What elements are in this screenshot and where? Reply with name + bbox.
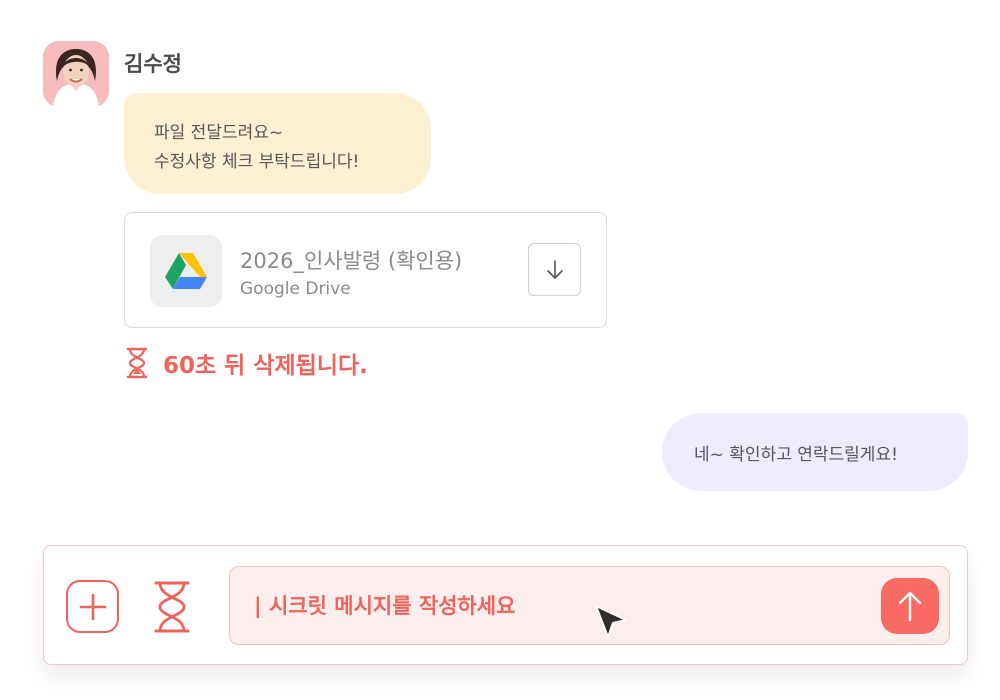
download-arrow-icon [546, 259, 563, 279]
outgoing-message-text: 네~ 확인하고 연락드릴게요! [694, 444, 898, 465]
message-input[interactable]: | 시크릿 메시지를 작성하세요 [229, 566, 950, 645]
file-source: Google Drive [240, 279, 351, 299]
google-drive-icon [150, 235, 222, 307]
hourglass-icon [126, 347, 148, 379]
message-composer: | 시크릿 메시지를 작성하세요 [43, 545, 968, 665]
mouse-cursor-icon [595, 605, 627, 638]
file-attachment-card[interactable]: 2026_인사발령 (확인용) Google Drive [124, 212, 607, 328]
incoming-message-line: 파일 전달드려요~ [154, 123, 284, 143]
plus-icon [79, 593, 106, 620]
expire-notice: 60초 뒤 삭제됩니다. [125, 346, 368, 380]
add-attachment-button[interactable] [66, 580, 119, 633]
outgoing-message-bubble: 네~ 확인하고 연락드릴게요! [662, 413, 968, 491]
incoming-message-line: 수정사항 체크 부탁드립니다! [154, 152, 360, 172]
file-name: 2026_인사발령 (확인용) [240, 249, 463, 273]
incoming-message-bubble: 파일 전달드려요~ 수정사항 체크 부탁드립니다! [124, 93, 431, 194]
secret-timer-button[interactable] [149, 580, 195, 633]
send-button[interactable] [881, 578, 939, 634]
hourglass-icon [154, 581, 190, 632]
expire-notice-text: 60초 뒤 삭제됩니다. [163, 353, 368, 379]
sender-avatar[interactable] [43, 41, 109, 107]
download-button[interactable] [528, 243, 581, 296]
sender-name: 김수정 [124, 52, 182, 76]
avatar-photo [43, 41, 109, 107]
message-input-text: | 시크릿 메시지를 작성하세요 [254, 594, 516, 618]
arrow-up-icon [898, 591, 922, 622]
